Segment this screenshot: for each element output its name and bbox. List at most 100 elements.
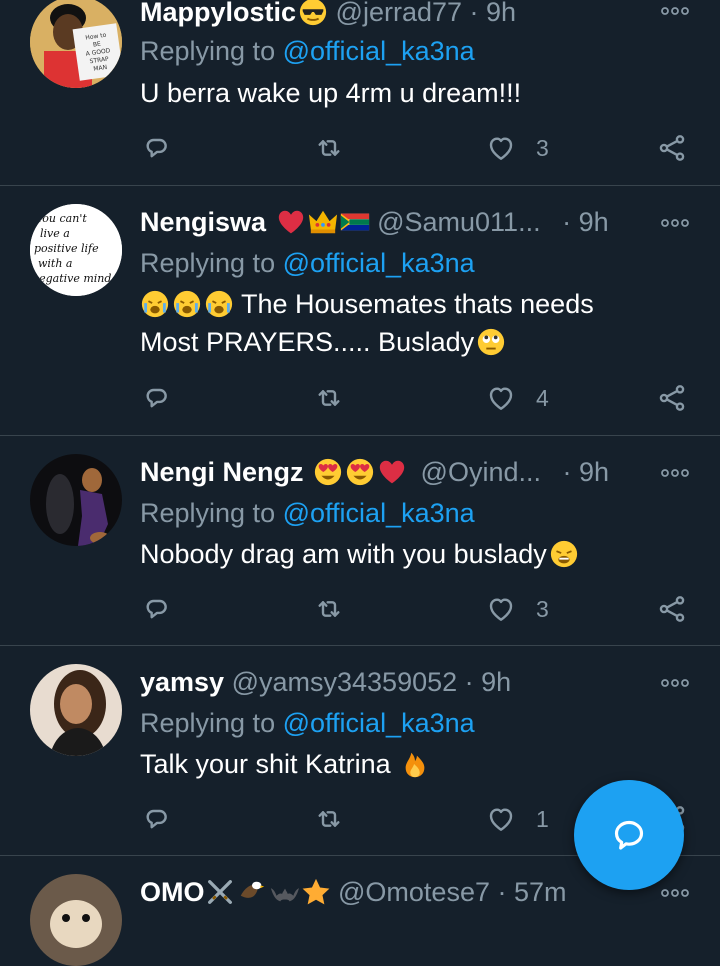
- tweet[interactable]: How to BE A GOOD STRAP MAN Mappylostic @…: [0, 0, 720, 186]
- heart-icon: [485, 803, 517, 835]
- like-count: 1: [536, 805, 549, 832]
- timestamp[interactable]: · 9h: [562, 207, 609, 237]
- replying-to: Replying to @official_ka3na: [140, 246, 475, 280]
- display-name[interactable]: Mappylostic: [140, 0, 296, 27]
- tweet-header: Nengiswa @Samu011... · 9h: [140, 202, 609, 242]
- retweet-icon: [313, 382, 345, 414]
- tweet-text-content: Nobody drag am with you buslady: [140, 539, 547, 569]
- quote-line-4: with a: [38, 257, 73, 270]
- retweet-button[interactable]: [313, 378, 345, 418]
- share-icon: [656, 382, 688, 414]
- handle[interactable]: @yamsy34359052: [232, 667, 458, 697]
- compose-reply-button[interactable]: [574, 780, 684, 890]
- mention-link[interactable]: @official_ka3na: [283, 708, 475, 738]
- share-icon: [656, 132, 688, 164]
- rolling-eyes-emoji-icon: [476, 327, 506, 357]
- timestamp[interactable]: · 9h: [563, 457, 610, 487]
- display-name[interactable]: Nengiswa: [140, 207, 266, 237]
- like-button[interactable]: 1: [485, 799, 549, 839]
- timestamp[interactable]: · 9h: [465, 667, 512, 697]
- retweet-button[interactable]: [313, 589, 345, 629]
- tweet-text: Nobody drag am with you buslady: [140, 535, 579, 573]
- crown-emoji-icon: [308, 210, 337, 234]
- tweet-header: OMO @Omotese7 · 57m: [140, 872, 567, 912]
- mention-link[interactable]: @official_ka3na: [283, 36, 475, 66]
- reply-button[interactable]: [141, 378, 173, 418]
- handle[interactable]: @Omotese7: [338, 877, 490, 907]
- red-heart-emoji-icon: [377, 457, 407, 487]
- heart-icon: [485, 382, 517, 414]
- tweet-header: Nengi Nengz @Oyind... · 9h: [140, 452, 609, 492]
- tweet-header: Mappylostic @jerrad77 · 9h: [140, 0, 516, 32]
- tweet-text: U berra wake up 4rm u dream!!!: [140, 78, 522, 108]
- red-heart-emoji-icon: [276, 207, 306, 237]
- more-options-icon[interactable]: [660, 886, 690, 900]
- reply-icon: [141, 593, 173, 625]
- like-button[interactable]: 4: [485, 378, 549, 418]
- avatar[interactable]: [30, 664, 122, 756]
- more-options-icon[interactable]: [660, 676, 690, 690]
- mention-link[interactable]: @official_ka3na: [283, 498, 475, 528]
- more-options-icon[interactable]: [660, 216, 690, 230]
- reply-button[interactable]: [141, 128, 173, 168]
- crying-face-emoji-icon: [204, 289, 234, 319]
- handle[interactable]: @Oyind...: [421, 457, 541, 487]
- like-count: 3: [536, 134, 549, 161]
- sign-text-2: BE: [93, 41, 102, 49]
- heart-eyes-emoji-icon: [313, 457, 343, 487]
- handle[interactable]: @jerrad77: [336, 0, 462, 27]
- reply-icon: [141, 382, 173, 414]
- mention-link[interactable]: @official_ka3na: [283, 248, 475, 278]
- timestamp[interactable]: · 57m: [498, 877, 567, 907]
- like-button[interactable]: 3: [485, 589, 549, 629]
- like-count: 3: [536, 595, 549, 622]
- display-name[interactable]: yamsy: [140, 667, 224, 697]
- quote-line-5: negative mind: [32, 272, 111, 285]
- replying-label: Replying to: [140, 248, 276, 278]
- heart-icon: [485, 593, 517, 625]
- more-options-icon[interactable]: [660, 4, 690, 18]
- avatar[interactable]: How to BE A GOOD STRAP MAN: [30, 0, 122, 88]
- tweet[interactable]: You can't live a positive life with a ne…: [0, 186, 720, 436]
- replying-to: Replying to @official_ka3na: [140, 706, 475, 740]
- retweet-icon: [313, 803, 345, 835]
- display-name[interactable]: Nengi Nengz: [140, 457, 304, 487]
- more-options-icon[interactable]: [660, 466, 690, 480]
- retweet-button[interactable]: [313, 128, 345, 168]
- crossed-swords-emoji-icon: [207, 880, 232, 904]
- tweet-text: The Housemates thats needs Most PRAYERS.…: [140, 285, 594, 361]
- share-button[interactable]: [656, 378, 688, 418]
- avatar[interactable]: [30, 874, 122, 966]
- action-bar: 3: [0, 128, 720, 168]
- quote-line-1: You can't: [36, 212, 87, 225]
- reply-button[interactable]: [141, 589, 173, 629]
- reply-button[interactable]: [141, 799, 173, 839]
- replying-label: Replying to: [140, 498, 276, 528]
- fire-emoji-icon: [405, 752, 425, 778]
- handle[interactable]: @Samu011...: [377, 207, 541, 237]
- tweet-header: yamsy @yamsy34359052 · 9h: [140, 662, 511, 702]
- reply-icon: [141, 132, 173, 164]
- retweet-icon: [313, 593, 345, 625]
- share-button[interactable]: [656, 128, 688, 168]
- like-count: 4: [536, 384, 549, 411]
- display-name[interactable]: OMO: [140, 877, 205, 907]
- quote-line-2: live a: [40, 227, 70, 240]
- avatar[interactable]: [30, 454, 122, 546]
- retweet-icon: [313, 132, 345, 164]
- chat-bubble-icon: [614, 820, 644, 850]
- retweet-button[interactable]: [313, 799, 345, 839]
- tweet-text-line-2: Most PRAYERS..... Buslady: [140, 327, 475, 357]
- tweet[interactable]: Nengi Nengz @Oyind... · 9h Replying to @…: [0, 436, 720, 646]
- replying-to: Replying to @official_ka3na: [140, 34, 475, 68]
- tweet-text-content: Talk your shit Katrina: [140, 749, 391, 779]
- share-button[interactable]: [656, 589, 688, 629]
- share-icon: [656, 593, 688, 625]
- south-africa-flag-emoji-icon: [340, 213, 369, 231]
- avatar[interactable]: You can't live a positive life with a ne…: [30, 204, 122, 296]
- heart-icon: [485, 132, 517, 164]
- like-button[interactable]: 3: [485, 128, 549, 168]
- timestamp[interactable]: · 9h: [470, 0, 517, 27]
- action-bar: 3: [0, 589, 720, 629]
- tweet-text-line-1: The Housemates thats needs: [241, 289, 594, 319]
